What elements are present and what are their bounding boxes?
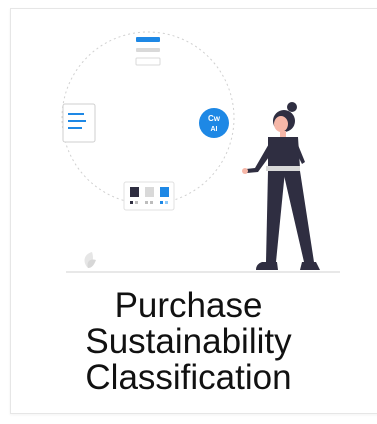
ai-badge: Cw AI: [199, 108, 229, 138]
top-widget: [135, 37, 161, 66]
person-figure: [242, 102, 320, 270]
ai-badge-line2: AI: [211, 126, 218, 133]
card-illustration: Cw AI: [61, 31, 340, 273]
document-card: [62, 103, 96, 143]
card-title-line-2: Sustainability: [85, 322, 292, 361]
card-title-line-1: Purchase: [114, 286, 263, 325]
ai-badge-line1: Cw: [208, 114, 221, 123]
card-title-line-3: Classification: [85, 358, 292, 397]
swatch-widget: [123, 181, 175, 211]
leaf-icon: [84, 252, 96, 268]
card-title: Purchase Sustainability Classification: [0, 288, 377, 396]
